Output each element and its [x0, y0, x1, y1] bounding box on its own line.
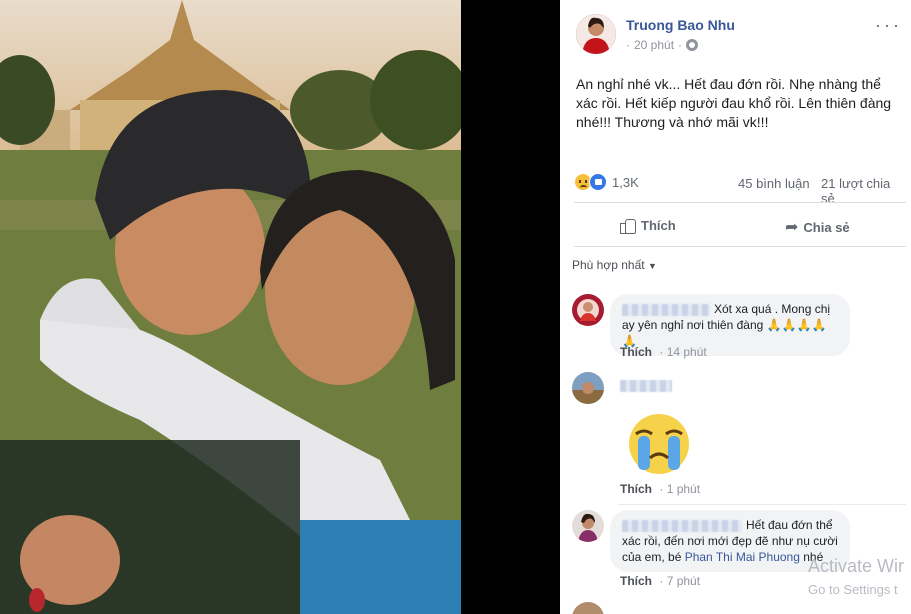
comment-item: Xót xa quá . Mong chị ay yên nghỉ nơi th…: [572, 294, 902, 364]
comment-item: Hết đau đớn thể xác rồi, đến nơi mới đẹp…: [572, 510, 902, 590]
post-actions: Thích ➦ Chia sẻ: [574, 208, 906, 242]
activate-windows-hint: Go to Settings t: [808, 582, 898, 597]
comment-actions: Thích · 7 phút: [620, 574, 700, 588]
divider: [618, 504, 906, 505]
photo-illustration: [0, 0, 461, 614]
author-avatar[interactable]: [576, 14, 616, 54]
mention-link[interactable]: Phan Thi Mai Phuong: [685, 550, 800, 564]
like-outline-icon: [620, 217, 636, 234]
facebook-photo-viewer: Truong Bao Nhu · 20 phút · · · · An nghỉ…: [0, 0, 911, 614]
divider: [574, 202, 906, 203]
comment-like-link[interactable]: Thích: [620, 345, 652, 359]
share-button-label: Chia sẻ: [803, 219, 850, 235]
like-button-label: Thích: [641, 217, 676, 233]
commenter-avatar[interactable]: [572, 510, 604, 542]
crying-face-sticker: [622, 412, 696, 476]
comment-actions: Thích · 14 phút: [620, 345, 707, 359]
comment-sort-dropdown[interactable]: Phù hợp nhất ▼: [572, 258, 657, 272]
blurred-commenter-name[interactable]: [620, 380, 672, 392]
commenter-avatar[interactable]: [572, 372, 604, 404]
meta-separator-2: ·: [678, 38, 683, 52]
comment-count[interactable]: 45 bình luận: [738, 176, 810, 191]
comment-item: Thích · 1 phút: [572, 372, 902, 502]
comment-like-link[interactable]: Thích: [620, 482, 652, 496]
activate-windows-watermark: Activate Wir: [808, 556, 905, 576]
comment-time-value: 1 phút: [666, 482, 701, 496]
blurred-commenter-name[interactable]: [622, 303, 710, 316]
globe-icon[interactable]: [686, 39, 699, 51]
commenter-avatar[interactable]: [572, 602, 604, 614]
divider: [574, 246, 906, 247]
comment-time[interactable]: · 14 phút: [659, 345, 706, 359]
comment-actions: Thích · 1 phút: [620, 482, 700, 496]
more-options-icon[interactable]: · · ·: [875, 16, 899, 34]
commenter-avatar[interactable]: [572, 294, 604, 326]
post-header: Truong Bao Nhu · 20 phút · · · ·: [576, 14, 906, 58]
viewer-gap: [461, 0, 560, 614]
comment-time-value: 14 phút: [666, 345, 707, 359]
post-panel: Truong Bao Nhu · 20 phút · · · · An nghỉ…: [560, 0, 911, 614]
comment-time[interactable]: · 7 phút: [659, 574, 700, 588]
reaction-count: 1,3K: [612, 174, 639, 190]
post-stats: 1,3K 45 bình luận 21 lượt chia sẻ: [574, 172, 904, 206]
share-arrow-icon: ➦: [785, 219, 799, 236]
like-reaction-icon: [589, 173, 607, 191]
blurred-commenter-name[interactable]: [622, 519, 742, 532]
crying-face-icon: [629, 414, 689, 474]
commenter-avatar-image: [572, 294, 604, 326]
meta-separator: ·: [626, 38, 630, 52]
post-meta: · 20 phút ·: [626, 38, 699, 52]
author-avatar-image: [576, 14, 616, 54]
post-text: An nghỉ nhé vk... Hết đau đớn rồi. Nhẹ n…: [576, 76, 892, 130]
comment-time-value: 7 phút: [666, 574, 701, 588]
comment-like-link[interactable]: Thích: [620, 574, 652, 588]
share-button[interactable]: ➦ Chia sẻ: [785, 217, 850, 237]
like-button[interactable]: Thích: [620, 217, 676, 234]
post-photo[interactable]: [0, 0, 461, 614]
chevron-down-icon: ▼: [647, 261, 657, 271]
commenter-avatar-image: [572, 510, 604, 542]
sort-label: Phù hợp nhất: [572, 258, 645, 272]
reactions-summary[interactable]: 1,3K: [574, 173, 639, 191]
comment-time[interactable]: · 1 phút: [659, 482, 700, 496]
post-time[interactable]: 20 phút: [634, 38, 674, 52]
commenter-avatar-image: [572, 372, 604, 404]
author-name[interactable]: Truong Bao Nhu: [626, 17, 735, 33]
